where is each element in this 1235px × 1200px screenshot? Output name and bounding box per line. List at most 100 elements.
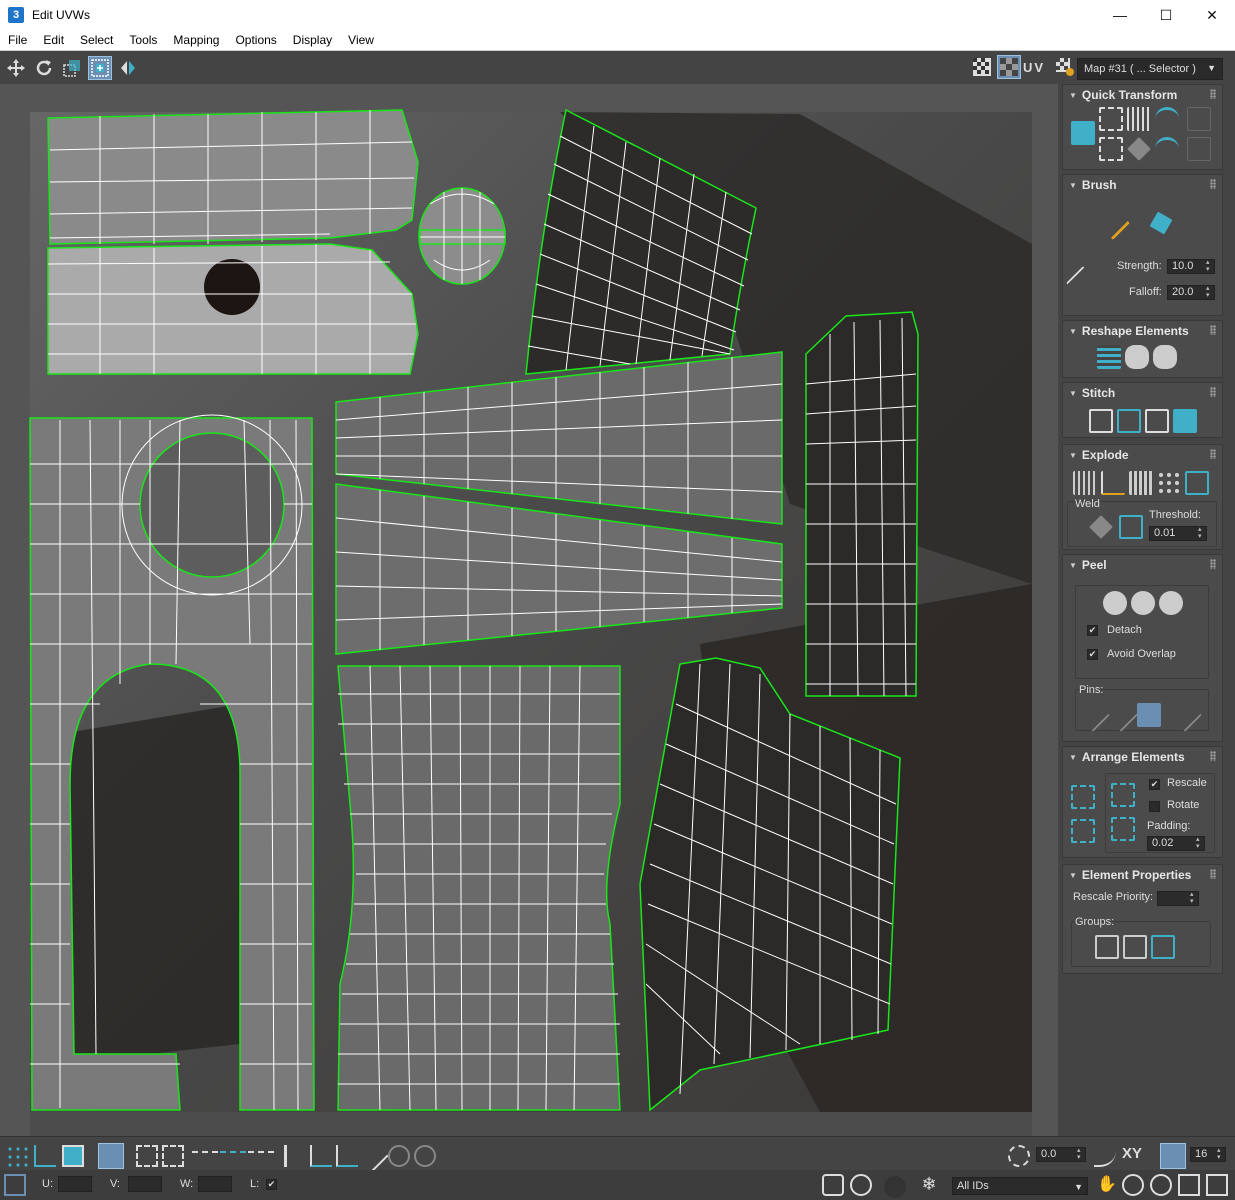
grow-ring-icon[interactable] (310, 1145, 332, 1167)
ring-icon[interactable] (284, 1145, 290, 1167)
threshold-spinner[interactable]: 0.01 (1149, 526, 1207, 541)
transform-mode-icon[interactable] (4, 1174, 26, 1196)
grow-selection-icon[interactable] (136, 1145, 158, 1167)
flip-horizontal-icon[interactable] (1187, 107, 1211, 131)
stitch-custom-icon[interactable] (1089, 409, 1113, 433)
align-horizontal-icon[interactable] (1099, 107, 1123, 131)
material-id-dropdown[interactable]: All IDs ▼ (952, 1177, 1088, 1195)
align-vertical-lines-icon[interactable] (1127, 107, 1151, 131)
menu-options[interactable]: Options (227, 33, 284, 47)
shrink-selection-icon[interactable] (162, 1145, 184, 1167)
stitch-to-target-icon[interactable] (1173, 409, 1197, 433)
shrink-ring-icon[interactable] (336, 1145, 358, 1167)
stitch-average-icon[interactable] (1145, 409, 1169, 433)
rescale-priority-spinner[interactable] (1157, 891, 1199, 906)
hide-icon[interactable] (884, 1176, 906, 1198)
flatten-by-smoothing-icon[interactable] (1101, 471, 1125, 495)
detach-checkbox[interactable]: ✔ (1087, 625, 1098, 636)
menu-view[interactable]: View (340, 33, 382, 47)
relax-until-flat-icon[interactable] (1153, 345, 1177, 369)
scale-tool-button[interactable] (60, 56, 84, 80)
falloff-spinner[interactable]: 20.0 (1167, 285, 1215, 300)
vertex-mode-icon[interactable] (6, 1145, 28, 1167)
pack-normalize-icon[interactable] (1071, 819, 1095, 843)
zoom-extents-icon[interactable] (1178, 1174, 1200, 1196)
stitch-header[interactable]: ▼ Stitch (1063, 383, 1222, 403)
uv-shell-bottom-center[interactable] (337, 665, 621, 1111)
minimize-button[interactable]: — (1097, 0, 1143, 30)
map-options-button[interactable] (1053, 55, 1077, 79)
padding-spinner[interactable]: 0.02 (1147, 836, 1205, 851)
pack-rescale-icon[interactable] (1111, 817, 1135, 841)
checker-toggle-button[interactable] (970, 55, 994, 79)
paint-select-add-icon[interactable] (388, 1145, 410, 1167)
zoom-region-icon[interactable] (1150, 1174, 1172, 1196)
relax-brush-icon[interactable] (1149, 211, 1173, 235)
menu-mapping[interactable]: Mapping (165, 33, 227, 47)
flatten-by-polygon-angle-icon[interactable] (1157, 471, 1181, 495)
grid-size-spinner[interactable]: 16 (1190, 1147, 1226, 1162)
u-field[interactable] (58, 1176, 92, 1192)
mirror-tool-button[interactable] (116, 56, 140, 80)
rotate-cw-icon[interactable] (1155, 137, 1179, 161)
freeze-icon[interactable]: ❄ (918, 1174, 940, 1196)
move-tool-button[interactable] (4, 56, 28, 80)
uv-shell-right-strip[interactable] (805, 311, 919, 697)
w-field[interactable] (198, 1176, 232, 1192)
paint-move-brush-icon[interactable] (1096, 206, 1130, 240)
weld-all-icon[interactable] (1119, 515, 1143, 539)
uv-shell-small-round[interactable] (418, 187, 506, 285)
auto-pin-icon[interactable] (1137, 703, 1161, 727)
flip-vertical-icon[interactable] (1187, 137, 1211, 161)
stitch-to-source-icon[interactable] (1117, 409, 1141, 433)
flatten-by-material-icon[interactable] (1129, 471, 1153, 495)
menu-select[interactable]: Select (72, 33, 121, 47)
v-field[interactable] (128, 1176, 162, 1192)
avoid-overlap-checkbox[interactable]: ✔ (1087, 649, 1098, 660)
uv-canvas[interactable] (0, 84, 1058, 1136)
soft-selection-icon[interactable] (1094, 1145, 1116, 1167)
flatten-custom-icon[interactable] (1185, 471, 1209, 495)
align-vertical-icon[interactable] (1099, 137, 1123, 161)
element-properties-header[interactable]: ▼ Element Properties (1063, 865, 1222, 885)
uv-editor-viewport[interactable] (0, 84, 1058, 1136)
strength-spinner[interactable]: 10.0 (1167, 259, 1215, 274)
relax-icon[interactable] (1125, 345, 1149, 369)
peel-mode-icon[interactable] (1131, 591, 1155, 615)
rotate-tool-button[interactable] (32, 56, 56, 80)
show-hide-icon[interactable] (850, 1174, 872, 1196)
explode-header[interactable]: ▼ Explode (1063, 445, 1222, 465)
select-group-icon[interactable] (1151, 935, 1175, 959)
straighten-icon[interactable] (1097, 345, 1121, 369)
brush-header[interactable]: ▼ Brush (1063, 175, 1222, 195)
reset-peel-icon[interactable] (1159, 591, 1183, 615)
quick-transform-header[interactable]: ▼ Quick Transform (1063, 85, 1222, 105)
pack-custom-icon[interactable] (1071, 785, 1095, 809)
xy-axis-toggle[interactable]: XY (1122, 1145, 1142, 1162)
pan-icon[interactable]: ✋ (1096, 1174, 1118, 1196)
uv-space-label[interactable]: UV (1023, 60, 1045, 75)
absolute-offset-icon[interactable] (1008, 1145, 1030, 1167)
menu-display[interactable]: Display (285, 33, 340, 47)
menu-tools[interactable]: Tools (121, 33, 165, 47)
ungroup-selected-icon[interactable] (1123, 935, 1147, 959)
lock-checkbox[interactable]: ✔ (266, 1179, 277, 1190)
show-map-button[interactable] (997, 55, 1021, 79)
zoom-icon[interactable] (1122, 1174, 1144, 1196)
reshape-header[interactable]: ▼ Reshape Elements (1063, 321, 1222, 341)
lock-selection-icon[interactable] (822, 1174, 844, 1196)
arrange-header[interactable]: ▼ Arrange Elements (1063, 747, 1222, 767)
brush-falloff-icon[interactable] (1066, 266, 1100, 300)
grid-snap-icon[interactable] (1160, 1143, 1186, 1169)
space-evenly-icon[interactable] (1127, 137, 1151, 161)
angle-spinner[interactable]: 0.0 (1036, 1147, 1086, 1162)
map-selector-dropdown[interactable]: Map #31 ( ... Selector ) ▼ (1077, 58, 1223, 80)
break-icon[interactable] (1073, 471, 1097, 495)
group-selected-icon[interactable] (1095, 935, 1119, 959)
menu-edit[interactable]: Edit (35, 33, 72, 47)
rotate-ccw-icon[interactable] (1155, 107, 1179, 131)
edge-mode-icon[interactable] (34, 1145, 56, 1167)
peel-header[interactable]: ▼ Peel (1063, 555, 1222, 575)
zoom-selected-icon[interactable] (1206, 1174, 1228, 1196)
rotate-checkbox[interactable] (1149, 801, 1160, 812)
